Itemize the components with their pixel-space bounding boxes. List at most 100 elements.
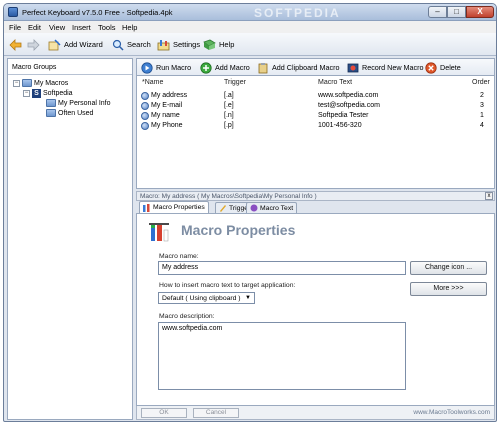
tree-item-my-personal-info[interactable]: My Personal Info (46, 99, 111, 107)
folder-icon (46, 99, 56, 107)
run-icon (141, 61, 153, 74)
main-toolbar: Add Wizard Search Settings Help (4, 33, 496, 56)
run-macro-button[interactable]: Run Macro (141, 61, 191, 74)
record-icon (347, 63, 359, 72)
change-icon-button[interactable]: Change icon ... (410, 261, 487, 275)
more-button[interactable]: More >>> (410, 282, 487, 296)
delete-label: Delete (440, 63, 461, 72)
help-button[interactable]: Help (203, 37, 234, 52)
macro-list: *Name Trigger Macro Text Order My addres… (136, 75, 495, 189)
close-button[interactable]: X (466, 6, 494, 18)
row-trigger: [.p] (224, 122, 234, 129)
title-bar: Perfect Keyboard v7.5.0 Free - Softpedia… (4, 4, 496, 21)
settings-button[interactable]: Settings (157, 37, 200, 52)
row-order: 2 (480, 92, 484, 99)
add-macro-label: Add Macro (215, 63, 250, 72)
details-footer: OK Cancel www.MacroToolworks.com (136, 406, 495, 420)
tree-label: Softpedia (43, 90, 73, 97)
add-wizard-button[interactable]: Add Wizard (48, 37, 103, 52)
ok-button[interactable]: OK (141, 408, 187, 418)
add-clipboard-macro-button[interactable]: Add Clipboard Macro (257, 61, 340, 74)
macro-path: Macro: My address ( My Macros\Softpedia\… (140, 193, 317, 200)
table-row[interactable]: My name [.n] Softpedia Tester 1 (137, 111, 494, 121)
menu-help[interactable]: Help (122, 23, 137, 32)
row-order: 3 (480, 102, 484, 109)
collapse-icon[interactable]: − (13, 79, 20, 87)
softpedia-badge-icon: S (32, 89, 41, 98)
macro-groups-pane: Macro Groups − My Macros − S Softpedia M… (7, 58, 133, 420)
tree-item-my-macros[interactable]: − My Macros (13, 79, 68, 87)
column-header-macro-text[interactable]: Macro Text (318, 79, 352, 86)
search-button[interactable]: Search (112, 37, 151, 52)
macro-description-textarea[interactable]: www.softpedia.com (158, 322, 406, 390)
collapse-icon[interactable]: − (23, 90, 30, 97)
tab-label: Macro Text (260, 204, 294, 212)
insert-method-select[interactable]: Default ( Using clipboard ) ▼ (158, 292, 255, 304)
table-row[interactable]: My E-mail [.e] test@softpedia.com 3 (137, 101, 494, 111)
macro-toolbar: Run Macro Add Macro Add Clipboard Macro … (136, 58, 495, 75)
row-name: My Phone (151, 122, 183, 129)
tab-label: Macro Properties (153, 204, 205, 211)
properties-icon (143, 203, 150, 212)
menu-tools[interactable]: Tools (98, 23, 116, 32)
macro-icon (141, 112, 149, 120)
maximize-button[interactable]: □ (447, 6, 466, 18)
row-name: My address (151, 92, 188, 99)
macro-name-input[interactable]: My address (158, 261, 406, 275)
tree-label: Often Used (58, 109, 94, 117)
tab-macro-properties[interactable]: Macro Properties (139, 201, 209, 213)
macro-properties-panel: Macro Properties Macro name: My address … (136, 213, 495, 406)
dropdown-arrow-icon: ▼ (245, 295, 251, 301)
app-icon (8, 7, 18, 17)
column-header-name[interactable]: *Name (142, 79, 163, 86)
forward-arrow-icon (27, 38, 40, 51)
row-name: My name (151, 112, 180, 119)
column-header-order[interactable]: Order (472, 79, 490, 86)
table-row[interactable]: My Phone [.p] 1001-456-320 4 (137, 121, 494, 131)
folder-icon (46, 109, 56, 117)
properties-title: Macro Properties (181, 222, 296, 238)
row-trigger: [.e] (224, 102, 234, 109)
macro-name-label: Macro name: (159, 253, 199, 260)
app-window: Perfect Keyboard v7.5.0 Free - Softpedia… (3, 3, 497, 422)
macro-properties-logo-icon (149, 223, 169, 242)
clipboard-icon (258, 62, 268, 73)
back-arrow-icon (9, 38, 22, 51)
window-title: Perfect Keyboard v7.5.0 Free - Softpedia… (22, 8, 173, 17)
website-link[interactable]: www.MacroToolworks.com (413, 409, 490, 416)
macro-details-header: Macro: My address ( My Macros\Softpedia\… (136, 191, 495, 201)
row-text: www.softpedia.com (318, 92, 379, 99)
details-tabs: Macro Properties Trigger Macro Text (136, 201, 495, 213)
tree-item-softpedia[interactable]: − S Softpedia (23, 89, 73, 98)
table-row[interactable]: My address [.a] www.softpedia.com 2 (137, 91, 494, 101)
menu-bar: File Edit View Insert Tools Help (4, 21, 496, 33)
run-macro-label: Run Macro (156, 63, 192, 72)
macro-icon (141, 102, 149, 110)
tree-item-often-used[interactable]: Often Used (46, 109, 93, 117)
tab-macro-text[interactable]: Macro Text (246, 202, 298, 213)
delete-icon (425, 61, 437, 74)
add-macro-button[interactable]: Add Macro (200, 61, 250, 74)
record-new-macro-label: Record New Macro (362, 63, 424, 72)
back-button[interactable] (9, 37, 22, 52)
add-wizard-label: Add Wizard (64, 40, 103, 49)
menu-file[interactable]: File (9, 23, 21, 32)
record-new-macro-button[interactable]: Record New Macro (347, 61, 424, 74)
help-label: Help (219, 40, 235, 49)
menu-insert[interactable]: Insert (72, 23, 91, 32)
watermark: SOFTPEDIA (254, 6, 341, 20)
forward-button[interactable] (27, 37, 40, 52)
cancel-button[interactable]: Cancel (193, 408, 239, 418)
menu-view[interactable]: View (49, 23, 65, 32)
macro-icon (141, 92, 149, 100)
macro-description-label: Macro description: (159, 313, 215, 320)
minimize-button[interactable]: – (428, 6, 447, 18)
details-close-icon[interactable]: x (485, 192, 493, 200)
column-header-trigger[interactable]: Trigger (224, 79, 246, 86)
add-clipboard-macro-label: Add Clipboard Macro (272, 63, 340, 72)
menu-edit[interactable]: Edit (28, 23, 41, 32)
insert-method-value: Default ( Using clipboard ) (162, 295, 241, 302)
delete-button[interactable]: Delete (425, 61, 461, 74)
folder-icon (22, 79, 32, 87)
settings-label: Settings (173, 40, 201, 49)
